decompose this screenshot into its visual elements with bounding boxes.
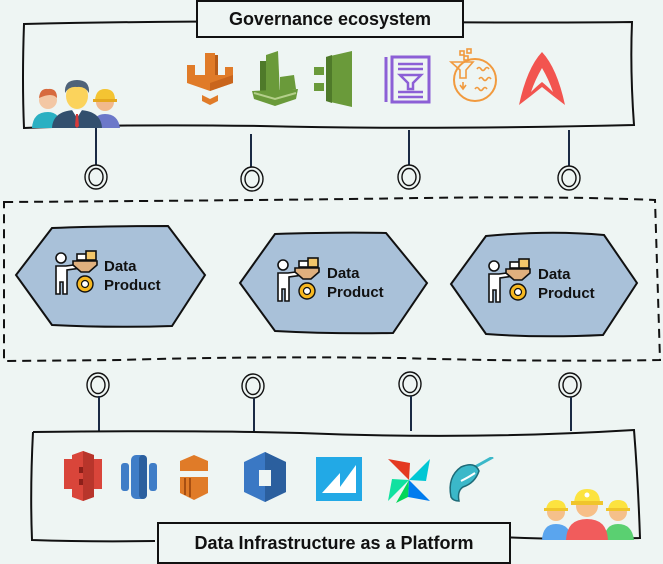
platform-title-text: Data Infrastructure as a Platform <box>194 532 474 553</box>
aws-lake-formation-icon <box>187 53 233 105</box>
narwhal-icon <box>449 457 494 502</box>
data-product-icon <box>277 257 320 302</box>
aws-s3-icon <box>64 451 102 501</box>
governance-team-icon <box>32 80 120 128</box>
data-catalog-icon <box>384 55 431 104</box>
bottom-rings <box>86 371 582 399</box>
platform-engineers-icon <box>542 489 634 540</box>
aws-glue-icon <box>244 452 286 502</box>
data-product-label: Data Product <box>104 258 161 294</box>
apache-airflow-icon <box>388 459 430 503</box>
platform-title: Data Infrastructure as a Platform <box>157 522 511 564</box>
data-product-label: Data Product <box>538 266 595 302</box>
metabase-icon <box>316 457 362 501</box>
governance-title: Governance ecosystem <box>196 0 464 38</box>
top-connectors <box>95 128 570 170</box>
bottom-connectors <box>98 396 572 432</box>
data-product-icon <box>55 250 98 295</box>
aws-cloudtrail-icon <box>314 51 352 107</box>
aws-kinesis-icon <box>180 455 208 500</box>
atlan-icon <box>519 52 565 105</box>
data-product-label: Data Product <box>327 265 384 301</box>
data-product-icon <box>488 258 531 303</box>
aws-redshift-icon <box>121 455 157 499</box>
aws-cloudwatch-icon <box>252 51 298 106</box>
data-lake-filter-icon <box>448 48 497 102</box>
governance-title-text: Governance ecosystem <box>228 8 432 29</box>
top-rings <box>84 164 581 192</box>
